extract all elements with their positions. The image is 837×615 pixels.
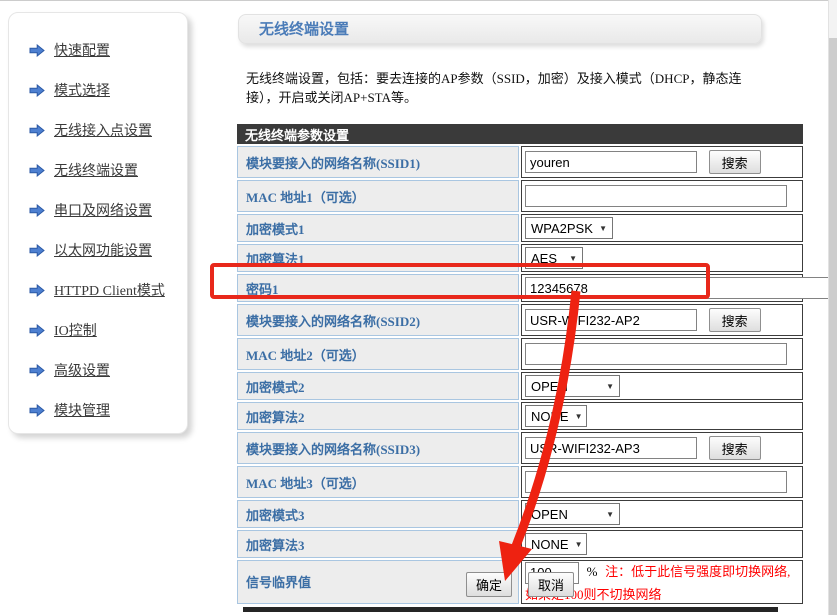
scrollbar-thumb[interactable]: [829, 38, 837, 615]
footer-bar: [243, 607, 778, 612]
sidebar-item-label: 高级设置: [54, 360, 110, 380]
right-arrow-icon: [29, 44, 45, 57]
encryption-mode3-select[interactable]: OPEN ▼: [525, 503, 620, 525]
right-arrow-icon: [29, 124, 45, 137]
select-value: OPEN: [531, 379, 568, 394]
sidebar-item-quick-config[interactable]: 快速配置: [9, 30, 187, 70]
sta-settings-table: 无线终端参数设置 模块要接入的网络名称(SSID1) 搜索 MAC 地址1（可选…: [235, 122, 805, 606]
table-row-encmode3: 加密模式3 OPEN ▼: [237, 500, 803, 528]
dropdown-arrow-icon: ▼: [606, 382, 614, 391]
right-arrow-icon: [29, 364, 45, 377]
sidebar-item-label: 以太网功能设置: [54, 240, 152, 260]
ok-button[interactable]: 确定: [466, 572, 512, 597]
sidebar-item-ap-settings[interactable]: 无线接入点设置: [9, 110, 187, 150]
table-row-mac2: MAC 地址2（可选）: [237, 338, 803, 370]
sidebar-item-label: HTTPD Client模式: [54, 280, 165, 300]
encryption-algorithm2-select[interactable]: NONE ▼: [525, 405, 587, 427]
right-arrow-icon: [29, 404, 45, 417]
sidebar-item-label: 模式选择: [54, 80, 110, 100]
sidebar-item-io-control[interactable]: IO控制: [9, 310, 187, 350]
ssid1-search-button[interactable]: 搜索: [709, 150, 761, 174]
sidebar-item-label: 串口及网络设置: [54, 200, 152, 220]
sidebar-item-module-management[interactable]: 模块管理: [9, 390, 187, 430]
ssid3-input[interactable]: [525, 437, 697, 459]
right-arrow-icon: [29, 284, 45, 297]
mac1-input[interactable]: [525, 185, 787, 207]
encryption-mode2-select[interactable]: OPEN ▼: [525, 375, 620, 397]
right-arrow-icon: [29, 324, 45, 337]
dropdown-arrow-icon: ▼: [575, 412, 583, 421]
password1-input[interactable]: [525, 277, 837, 299]
top-divider: [0, 0, 837, 1]
mac2-input[interactable]: [525, 343, 787, 365]
encryption-algorithm3-select[interactable]: NONE ▼: [525, 533, 587, 555]
field-label: 模块要接入的网络名称(SSID2): [237, 304, 519, 336]
table-row-encalgo3: 加密算法3 NONE ▼: [237, 530, 803, 558]
table-row-password1: 密码1: [237, 274, 803, 302]
page-title: 无线终端设置: [238, 14, 762, 44]
sidebar-item-ethernet-settings[interactable]: 以太网功能设置: [9, 230, 187, 270]
table-row-ssid2: 模块要接入的网络名称(SSID2) 搜索: [237, 304, 803, 336]
sidebar-item-uart-network-settings[interactable]: 串口及网络设置: [9, 190, 187, 230]
table-row-encalgo2: 加密算法2 NONE ▼: [237, 402, 803, 430]
sidebar-item-label: 无线终端设置: [54, 160, 138, 180]
dropdown-arrow-icon: ▼: [569, 254, 577, 263]
field-label: 加密算法3: [237, 530, 519, 558]
sidebar: 快速配置 模式选择 无线接入点设置 无线终端设置 串口及网络设置 以太网功能设置: [8, 12, 188, 434]
form-actions: 确定 取消: [235, 572, 805, 597]
router-config-page: 快速配置 模式选择 无线接入点设置 无线终端设置 串口及网络设置 以太网功能设置: [0, 0, 837, 615]
ssid2-input[interactable]: [525, 309, 697, 331]
dropdown-arrow-icon: ▼: [606, 510, 614, 519]
field-label: MAC 地址3（可选）: [237, 466, 519, 498]
dropdown-arrow-icon: ▼: [599, 224, 607, 233]
ssid3-search-button[interactable]: 搜索: [709, 436, 761, 460]
select-value: OPEN: [531, 507, 568, 522]
sidebar-item-advanced-settings[interactable]: 高级设置: [9, 350, 187, 390]
field-label: 加密模式1: [237, 214, 519, 242]
form-section-header: 无线终端参数设置: [237, 124, 803, 144]
table-section-header-row: 无线终端参数设置: [237, 124, 803, 144]
page-description: 无线终端设置，包括：要去连接的AP参数（SSID，加密）及接入模式（DHCP，静…: [246, 70, 762, 108]
dropdown-arrow-icon: ▼: [575, 540, 583, 549]
field-label: 加密算法2: [237, 402, 519, 430]
ssid1-input[interactable]: [525, 151, 697, 173]
table-row-mac3: MAC 地址3（可选）: [237, 466, 803, 498]
right-arrow-icon: [29, 204, 45, 217]
sidebar-item-mode-select[interactable]: 模式选择: [9, 70, 187, 110]
sidebar-item-label: 快速配置: [54, 40, 110, 60]
table-row-mac1: MAC 地址1（可选）: [237, 180, 803, 212]
right-arrow-icon: [29, 244, 45, 257]
sidebar-item-label: IO控制: [54, 320, 97, 340]
select-value: AES: [531, 251, 557, 266]
cancel-button[interactable]: 取消: [528, 572, 574, 597]
mac3-input[interactable]: [525, 471, 787, 493]
sidebar-item-httpd-client-mode[interactable]: HTTPD Client模式: [9, 270, 187, 310]
field-label: 模块要接入的网络名称(SSID1): [237, 146, 519, 178]
field-label: 加密模式2: [237, 372, 519, 400]
encryption-mode1-select[interactable]: WPA2PSK ▼: [525, 217, 613, 239]
select-value: NONE: [531, 537, 569, 552]
sidebar-item-sta-settings[interactable]: 无线终端设置: [9, 150, 187, 190]
field-label: MAC 地址2（可选）: [237, 338, 519, 370]
sidebar-item-label: 模块管理: [54, 400, 110, 420]
select-value: NONE: [531, 409, 569, 424]
field-label: 加密算法1: [237, 244, 519, 272]
table-row-encmode1: 加密模式1 WPA2PSK ▼: [237, 214, 803, 242]
field-label: 加密模式3: [237, 500, 519, 528]
field-label: 密码1: [237, 274, 519, 302]
sidebar-item-label: 无线接入点设置: [54, 120, 152, 140]
ssid2-search-button[interactable]: 搜索: [709, 308, 761, 332]
table-row-ssid3: 模块要接入的网络名称(SSID3) 搜索: [237, 432, 803, 464]
sidebar-menu: 快速配置 模式选择 无线接入点设置 无线终端设置 串口及网络设置 以太网功能设置: [9, 13, 187, 430]
field-label: 模块要接入的网络名称(SSID3): [237, 432, 519, 464]
right-arrow-icon: [29, 164, 45, 177]
field-label: MAC 地址1（可选）: [237, 180, 519, 212]
table-row-encalgo1: 加密算法1 AES ▼: [237, 244, 803, 272]
select-value: WPA2PSK: [531, 221, 593, 236]
table-row-encmode2: 加密模式2 OPEN ▼: [237, 372, 803, 400]
table-row-ssid1: 模块要接入的网络名称(SSID1) 搜索: [237, 146, 803, 178]
right-arrow-icon: [29, 84, 45, 97]
encryption-algorithm1-select[interactable]: AES ▼: [525, 247, 583, 269]
